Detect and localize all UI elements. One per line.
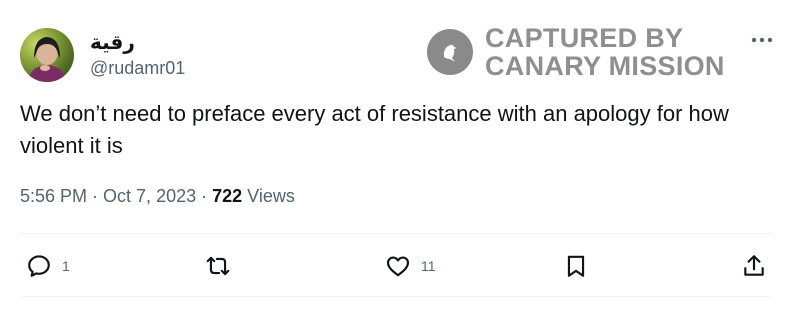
watermark-line-1: CAPTURED BY — [485, 23, 684, 53]
views-count: 722 — [212, 186, 243, 206]
avatar[interactable] — [20, 28, 74, 82]
more-options-button[interactable] — [748, 28, 776, 52]
reply-button[interactable]: 1 — [26, 252, 70, 280]
bookmark-button[interactable] — [563, 252, 589, 280]
divider — [20, 296, 772, 297]
tweet-time[interactable]: 5:56 PM — [20, 186, 87, 206]
like-count: 11 — [421, 258, 436, 274]
reply-count: 1 — [62, 258, 70, 274]
views-label: Views — [242, 186, 295, 206]
meta-separator: · — [196, 186, 213, 206]
reply-icon — [28, 255, 50, 277]
meta-separator: · — [87, 186, 104, 206]
share-icon — [744, 255, 764, 276]
share-button[interactable] — [741, 252, 767, 280]
tweet-text: We don’t need to preface every act of re… — [20, 101, 729, 158]
retweet-icon — [206, 256, 230, 276]
tweet-meta: 5:56 PM · Oct 7, 2023 · 722 Views — [20, 186, 295, 207]
display-name[interactable]: رقية — [90, 30, 135, 54]
heart-icon — [386, 256, 410, 277]
watermark: CAPTURED BY CANARY MISSION — [427, 24, 725, 80]
bookmark-icon — [567, 255, 585, 277]
user-handle[interactable]: @rudamr01 — [90, 58, 185, 79]
like-button[interactable]: 11 — [385, 252, 436, 280]
more-horizontal-icon — [751, 37, 773, 43]
tweet-card: رقية @rudamr01 CAPTURED BY CANARY MISSIO… — [0, 0, 800, 312]
divider — [20, 233, 772, 234]
tweet-date[interactable]: Oct 7, 2023 — [103, 186, 196, 206]
retweet-button[interactable] — [205, 252, 231, 280]
watermark-text: CAPTURED BY CANARY MISSION — [485, 24, 725, 80]
canary-logo-icon — [427, 29, 473, 75]
watermark-line-2: CANARY MISSION — [485, 51, 725, 81]
